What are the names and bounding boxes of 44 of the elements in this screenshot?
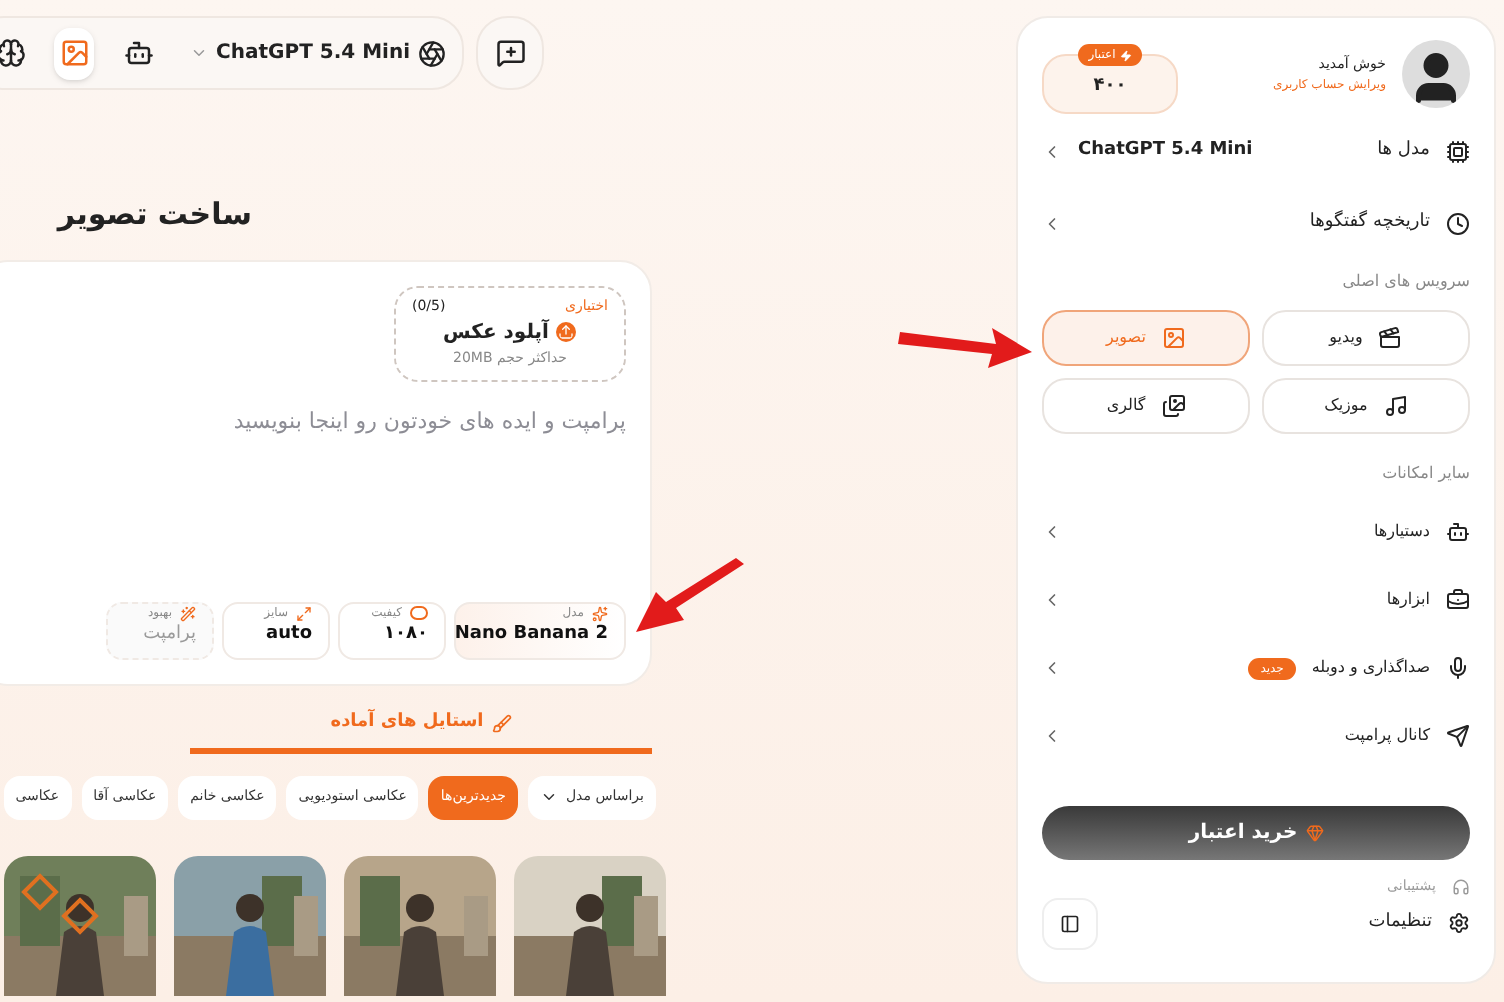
prompt-field[interactable]: پرامپت و ایده های خودتون رو اینجا بنویسید [2,406,626,439]
annotation-arrow [632,556,748,636]
menu-icon [1446,724,1470,748]
option-icon [296,605,312,621]
bolt-icon [1119,49,1132,61]
panel-icon [1060,913,1080,933]
caret-icon [190,44,209,62]
aperture-icon [418,39,446,67]
image-icon [59,38,90,68]
settings-icon [1448,912,1470,934]
service-icon [1378,326,1403,350]
chevron-icon [539,788,558,806]
menu-icon [1446,520,1470,544]
menu-icon [1446,656,1470,680]
clock-icon [1446,212,1470,236]
model-selector[interactable]: ChatGPT 5.4 Mini [190,38,446,68]
headphones-icon [1452,877,1470,896]
service-button[interactable]: گالری [1042,378,1250,434]
menu-item[interactable]: کانال پرامپت [1042,702,1470,770]
section-title: سرویس های اصلی [1340,270,1470,294]
section-title: سایر امکانات [1380,462,1470,486]
new-chat-button[interactable] [476,16,544,90]
page-title: ساخت تصویر [57,196,252,232]
service-button[interactable]: موزیک [1262,378,1470,434]
chip-icon [1446,140,1470,164]
service-button[interactable]: ویدیو [1262,310,1470,366]
credit-value: ۴۰۰ [1093,74,1127,101]
menu-item[interactable]: دستیارها [1042,498,1470,566]
service-icon [1161,326,1186,350]
brush-icon [491,713,512,734]
menu-icon [1446,588,1470,612]
option-icon [180,605,196,621]
upload-icon [556,322,577,342]
service-icon [1161,394,1186,418]
option-icon [592,605,608,621]
buy-credit-button[interactable]: خرید اعتبار [1042,806,1470,860]
menu-item[interactable]: تاریخچه گفتگوها [1042,190,1470,258]
sidebar-toggle[interactable] [1042,897,1098,949]
upload-title: آپلود عکس [443,317,549,347]
settings-link[interactable]: تنظیمات [1368,909,1432,937]
new-chat-icon [495,38,525,68]
gem-icon [1305,824,1324,842]
service-icon [1383,394,1408,418]
menu-item[interactable]: ابزارها [1042,566,1470,634]
